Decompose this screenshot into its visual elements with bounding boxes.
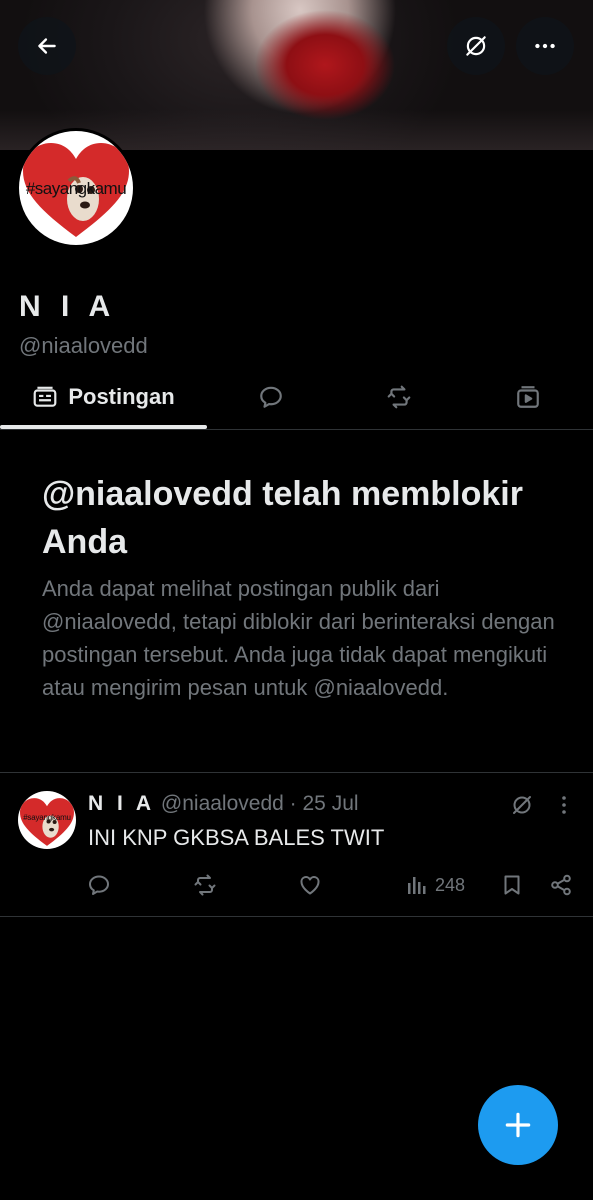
divider xyxy=(0,916,593,917)
views-chart-icon xyxy=(408,877,426,894)
tab-posts-label: Postingan xyxy=(68,384,175,409)
blocked-title: @niaalovedd telah memblokir Anda xyxy=(42,475,523,561)
tab-replies[interactable] xyxy=(230,365,312,429)
grok-icon xyxy=(466,36,486,56)
profile-name: N I A xyxy=(19,290,117,323)
post-header: N I A @niaalovedd · 25 Jul xyxy=(88,792,359,816)
grok-icon xyxy=(513,796,531,814)
more-options-button[interactable] xyxy=(516,17,574,75)
post-more-button[interactable] xyxy=(552,793,576,817)
back-button[interactable] xyxy=(18,17,76,75)
heart-outline-icon xyxy=(300,876,320,895)
avatar-image: #sayangkamu xyxy=(19,131,133,245)
post-date[interactable]: 25 Jul xyxy=(303,792,359,815)
retweet-icon xyxy=(194,874,216,896)
grok-button[interactable] xyxy=(447,17,505,75)
tab-posts[interactable]: Postingan xyxy=(0,365,207,429)
tab-media[interactable] xyxy=(487,365,569,429)
media-icon xyxy=(517,386,539,408)
avatar-tag-text: #sayangkamu xyxy=(23,813,71,822)
tab-retweets[interactable] xyxy=(358,365,440,429)
more-horizontal-icon xyxy=(535,43,555,49)
post-item[interactable]: #sayangkamu N I A @niaalovedd · 25 Jul I… xyxy=(0,773,593,916)
avatar-tag-text: #sayangkamu xyxy=(25,179,127,198)
retweet-icon xyxy=(387,385,411,409)
share-icon xyxy=(551,874,571,896)
more-vertical-icon xyxy=(562,796,566,814)
post-author-handle[interactable]: @niaalovedd xyxy=(161,792,284,815)
bookmark-button[interactable] xyxy=(500,873,524,897)
profile-banner[interactable] xyxy=(0,0,593,150)
retweet-button[interactable] xyxy=(193,873,217,897)
post-separator: · xyxy=(289,792,297,815)
post-grok-button[interactable] xyxy=(510,793,534,817)
arrow-left-icon xyxy=(38,38,56,54)
plus-icon xyxy=(505,1112,531,1138)
like-button[interactable] xyxy=(298,873,322,897)
profile-tabs: Postingan xyxy=(0,365,593,430)
heart-icon xyxy=(20,798,74,846)
views-button[interactable]: 248 xyxy=(405,873,465,897)
posts-icon xyxy=(33,386,57,407)
blocked-notice: @niaalovedd telah memblokir Anda Anda da… xyxy=(42,470,562,704)
bookmark-icon xyxy=(504,875,520,895)
compose-button[interactable] xyxy=(478,1085,558,1165)
post-avatar[interactable]: #sayangkamu xyxy=(18,791,76,849)
profile-avatar[interactable]: #sayangkamu xyxy=(16,128,136,248)
replies-icon xyxy=(260,386,282,408)
post-text: INI KNP GKBSA BALES TWIT xyxy=(88,825,385,850)
reply-icon xyxy=(89,875,109,895)
blocked-description: Anda dapat melihat postingan publik dari… xyxy=(42,576,555,700)
post-author-name[interactable]: N I A xyxy=(88,792,155,815)
views-count: 248 xyxy=(435,874,466,895)
share-button[interactable] xyxy=(549,873,573,897)
profile-handle: @niaalovedd xyxy=(19,333,148,358)
active-tab-indicator xyxy=(0,425,207,429)
reply-button[interactable] xyxy=(87,873,111,897)
